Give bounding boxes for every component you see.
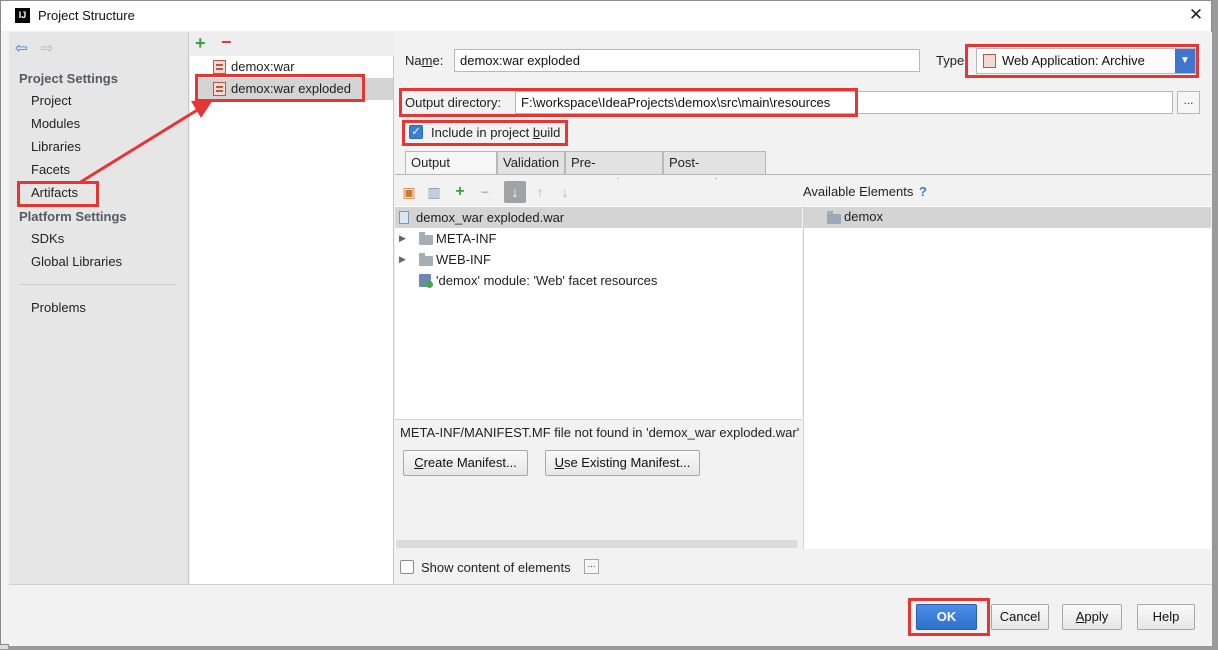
annotation-arrow [78, 100, 213, 185]
project-structure-dialog: IJ Project Structure ✕ ⇦ ⇨ Project Setti… [0, 0, 1212, 646]
